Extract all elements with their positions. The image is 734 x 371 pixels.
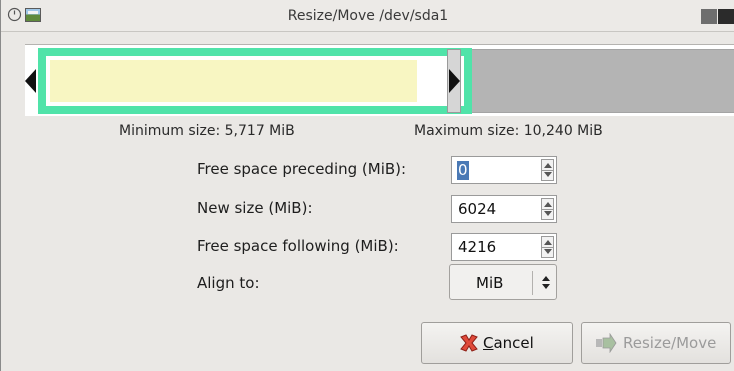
select-separator <box>532 271 533 295</box>
right-resize-handle-icon[interactable] <box>449 69 460 93</box>
new-size-value[interactable]: 6024 <box>457 200 497 219</box>
partition-frame[interactable] <box>38 48 472 114</box>
window-title: Resize/Move /dev/sda1 <box>287 8 449 24</box>
align-to-label: Align to: <box>197 274 260 292</box>
chevron-up-down-icon <box>542 274 552 292</box>
title-bar[interactable]: Resize/Move /dev/sda1 <box>1 0 734 32</box>
new-size-label: New size (MiB): <box>197 199 313 217</box>
resize-move-dialog: Resize/Move /dev/sda1 Minimum size: 5,71… <box>0 0 734 371</box>
window-controls <box>701 9 734 24</box>
partition-visual <box>25 44 734 116</box>
cancel-button[interactable]: Cancel <box>421 322 573 364</box>
new-size-spinbox[interactable]: 6024 <box>451 195 557 223</box>
free-following-label: Free space following (MiB): <box>197 237 399 255</box>
maximum-size-label: Maximum size: 10,240 MiB <box>414 123 603 139</box>
close-button[interactable] <box>718 9 734 24</box>
used-space <box>50 60 417 102</box>
cancel-icon <box>460 334 478 352</box>
free-preceding-label: Free space preceding (MiB): <box>197 160 407 178</box>
align-to-value: MiB <box>476 274 504 292</box>
free-following-spinbox[interactable]: 4216 <box>451 233 557 261</box>
resize-move-button[interactable]: Resize/Move <box>581 322 731 364</box>
minimum-size-label: Minimum size: 5,717 MiB <box>119 123 295 139</box>
free-preceding-value[interactable]: 0 <box>457 161 469 180</box>
unallocated-space <box>449 49 734 113</box>
resize-move-icon <box>596 333 617 353</box>
spin-arrows-icon[interactable] <box>541 159 554 181</box>
spin-arrows-icon[interactable] <box>541 236 554 258</box>
free-preceding-spinbox[interactable]: 0 <box>451 156 557 184</box>
spin-arrows-icon[interactable] <box>541 198 554 220</box>
align-to-select[interactable]: MiB <box>449 264 557 300</box>
left-resize-handle-icon[interactable] <box>25 69 36 93</box>
resize-move-label: Resize/Move <box>623 334 717 352</box>
free-following-value[interactable]: 4216 <box>457 238 497 257</box>
minimize-button[interactable] <box>701 9 717 24</box>
cancel-label: Cancel <box>483 334 534 352</box>
